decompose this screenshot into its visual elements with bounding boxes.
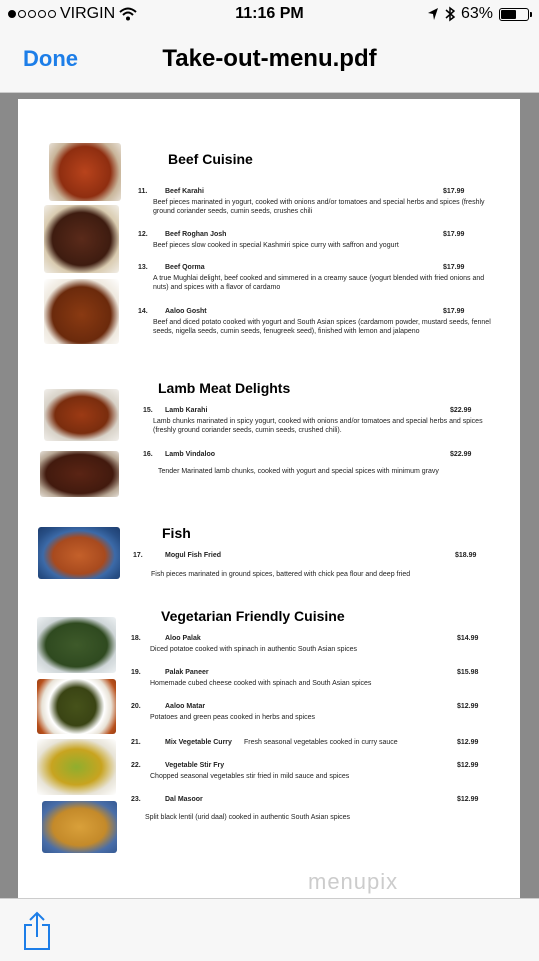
item-name: Lamb Karahi bbox=[165, 407, 208, 414]
section-title-beef: Beef Cuisine bbox=[168, 151, 253, 167]
item-name: Vegetable Stir Fry bbox=[165, 762, 225, 769]
item-description: Beef pieces slow cooked in special Kashm… bbox=[153, 242, 399, 249]
item-description: Beef pieces marinated in yogurt, cooked … bbox=[153, 199, 485, 215]
menu-item: 14. Aaloo Gosht $17.99 Beef and diced po… bbox=[138, 307, 493, 337]
menu-item: 21. Mix Vegetable Curry $12.99 Fresh sea… bbox=[131, 738, 491, 752]
food-image-beef-karahi bbox=[49, 143, 121, 201]
menu-item: 22. Vegetable Stir Fry $12.99 Chopped se… bbox=[131, 761, 491, 783]
section-title-lamb: Lamb Meat Delights bbox=[158, 380, 291, 396]
item-number: 14. bbox=[138, 308, 148, 315]
food-image-lamb-karahi bbox=[44, 389, 119, 441]
item-number: 18. bbox=[131, 635, 141, 642]
item-description: Tender Marinated lamb chunks, cooked wit… bbox=[158, 468, 439, 475]
item-name: Palak Paneer bbox=[165, 669, 209, 676]
item-price: $14.99 bbox=[457, 635, 479, 642]
item-name: Beef Roghan Josh bbox=[165, 231, 227, 238]
share-icon[interactable] bbox=[22, 911, 52, 951]
item-name: Mogul Fish Fried bbox=[165, 552, 221, 559]
item-name: Dal Masoor bbox=[165, 796, 203, 803]
menu-item: 18. Aloo Palak $14.99 Diced potatoe cook… bbox=[131, 634, 491, 656]
menu-item: 20. Aaloo Matar $12.99 Potatoes and gree… bbox=[131, 702, 491, 724]
item-number: 15. bbox=[143, 407, 153, 414]
item-price: $12.99 bbox=[457, 796, 479, 803]
food-image-fish bbox=[38, 527, 120, 579]
bottom-toolbar bbox=[0, 898, 539, 961]
menu-item: 19. Palak Paneer $15.98 Homemade cubed c… bbox=[131, 668, 491, 690]
item-number: 11. bbox=[138, 188, 148, 195]
item-description: Fresh seasonal vegetables cooked in curr… bbox=[244, 739, 398, 746]
pdf-page: Beef Cuisine 11. Beef Karahi $17.99 Beef… bbox=[18, 99, 520, 898]
item-price: $15.98 bbox=[457, 669, 479, 676]
item-description: A true Mughlai delight, beef cooked and … bbox=[153, 275, 485, 291]
menu-item: 13. Beef Qorma $17.99 A true Mughlai del… bbox=[138, 263, 484, 293]
item-price: $22.99 bbox=[450, 451, 472, 458]
battery-percent: 63% bbox=[460, 5, 493, 22]
item-price: $22.99 bbox=[450, 407, 472, 414]
food-image-beef-qorma bbox=[44, 279, 119, 344]
menu-item: 23. Dal Masoor $12.99 Split black lentil… bbox=[131, 795, 491, 825]
item-number: 13. bbox=[138, 264, 148, 271]
food-image-aloo-palak bbox=[37, 617, 116, 673]
food-image-dal-masoor bbox=[42, 801, 117, 853]
bluetooth-icon bbox=[445, 6, 455, 22]
navigation-bar: Done Take-out-menu.pdf bbox=[0, 30, 539, 93]
item-name: Aloo Palak bbox=[165, 635, 201, 642]
item-number: 20. bbox=[131, 703, 141, 710]
item-name: Aaloo Matar bbox=[165, 703, 206, 710]
item-name: Aaloo Gosht bbox=[165, 308, 207, 315]
section-title-vegetarian: Vegetarian Friendly Cuisine bbox=[161, 608, 345, 624]
item-number: 21. bbox=[131, 739, 141, 746]
item-price: $12.99 bbox=[457, 703, 479, 710]
item-name: Mix Vegetable Curry bbox=[165, 739, 232, 746]
item-number: 12. bbox=[138, 231, 148, 238]
item-description: Diced potatoe cooked with spinach in aut… bbox=[150, 646, 358, 653]
item-description: Homemade cubed cheese cooked with spinac… bbox=[150, 680, 372, 687]
battery-icon bbox=[499, 7, 532, 21]
item-number: 16. bbox=[143, 451, 153, 458]
food-image-lamb-vindaloo bbox=[40, 451, 119, 497]
item-description: Lamb chunks marinated in spicy yogurt, c… bbox=[153, 418, 483, 434]
pdf-viewer[interactable]: Beef Cuisine 11. Beef Karahi $17.99 Beef… bbox=[0, 93, 539, 898]
item-number: 17. bbox=[133, 552, 143, 559]
food-image-beef-roghan-josh bbox=[44, 205, 119, 273]
food-image-aaloo-matar bbox=[37, 739, 116, 795]
item-price: $18.99 bbox=[455, 552, 477, 559]
item-description: Potatoes and green peas cooked in herbs … bbox=[150, 714, 316, 721]
document-title: Take-out-menu.pdf bbox=[162, 45, 377, 72]
item-description: Fish pieces marinated in ground spices, … bbox=[151, 571, 411, 578]
menu-item: 17. Mogul Fish Fried $18.99 Fish pieces … bbox=[133, 551, 488, 587]
status-bar: VIRGIN 11:16 PM 63% bbox=[0, 0, 539, 30]
item-name: Beef Karahi bbox=[165, 188, 204, 195]
location-icon bbox=[427, 8, 438, 20]
item-price: $17.99 bbox=[443, 264, 465, 271]
item-description: Split black lentil (urid daal) cooked in… bbox=[145, 814, 351, 821]
item-description: Beef and diced potato cooked with yogurt… bbox=[153, 319, 491, 335]
item-name: Beef Qorma bbox=[165, 264, 205, 271]
menu-item: 11. Beef Karahi $17.99 Beef pieces marin… bbox=[138, 187, 485, 217]
item-name: Lamb Vindaloo bbox=[165, 451, 216, 458]
menu-item: 15. Lamb Karahi $22.99 Lamb chunks marin… bbox=[143, 406, 498, 436]
item-number: 19. bbox=[131, 669, 141, 676]
item-price: $12.99 bbox=[457, 762, 479, 769]
food-image-palak-paneer bbox=[37, 679, 116, 734]
item-price: $17.99 bbox=[443, 188, 465, 195]
item-number: 23. bbox=[131, 796, 141, 803]
menu-item: 12. Beef Roghan Josh $17.99 Beef pieces … bbox=[138, 230, 468, 254]
item-price: $12.99 bbox=[457, 739, 479, 746]
item-price: $17.99 bbox=[443, 308, 465, 315]
item-number: 22. bbox=[131, 762, 141, 769]
menu-item: 16. Lamb Vindaloo $22.99 Tender Marinate… bbox=[143, 450, 498, 475]
item-description: Chopped seasonal vegetables stir fried i… bbox=[150, 773, 350, 780]
section-title-fish: Fish bbox=[162, 525, 191, 541]
watermark: menupix bbox=[308, 869, 399, 894]
item-price: $17.99 bbox=[443, 231, 465, 238]
